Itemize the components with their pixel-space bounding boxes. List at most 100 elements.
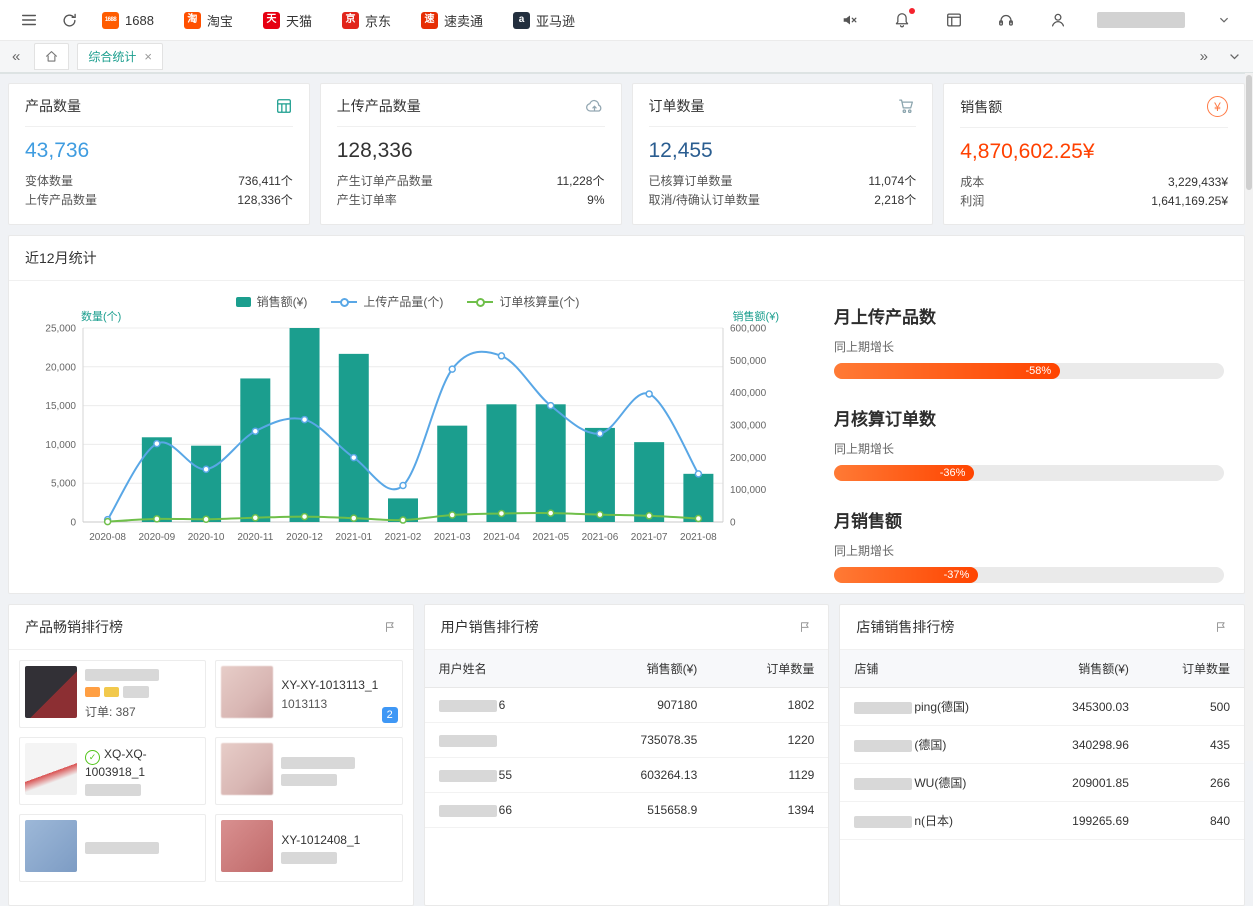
stat-value: 12,455: [649, 139, 917, 163]
amazon-favicon: a: [513, 12, 530, 29]
site-tab-1688[interactable]: 1688 1688: [102, 12, 154, 29]
product-image: [25, 666, 77, 718]
growth-upload: 月上传产品数 同上期增长 -58%: [834, 303, 1224, 379]
product-rank-panel: 产品畅销排行榜 订单: 387 XY-XY-1013113_1 1013113: [8, 604, 414, 906]
store-rank-table: 店铺销售额(¥)订单数量 ping(德国) 345300.03 500 (德国)…: [840, 650, 1244, 840]
table-row[interactable]: (德国) 340298.96 435: [840, 726, 1244, 764]
growth-label: 同上期增长: [834, 542, 1224, 559]
chevron-down-icon[interactable]: [1211, 7, 1237, 33]
combo-chart: 05,00010,00015,00020,00025,0000100,00020…: [25, 310, 785, 548]
orders-value: 1220: [711, 723, 828, 758]
user-rank-panel: 用户销售排行榜 用户姓名销售额(¥)订单数量 6 907180 1802 735…: [424, 604, 830, 906]
volume-mute-icon[interactable]: [837, 7, 863, 33]
column-header: 用户姓名: [425, 650, 581, 688]
growth-bar-fill: -36%: [834, 465, 974, 481]
site-tab-天猫[interactable]: 天 天猫: [263, 11, 312, 30]
table-row[interactable]: WU(德国) 209001.85 266: [840, 764, 1244, 802]
product-card[interactable]: [215, 737, 402, 805]
table-row[interactable]: 735078.35 1220: [425, 723, 829, 758]
scrollbar-thumb[interactable]: [1246, 75, 1252, 190]
column-header: 销售额(¥): [581, 650, 711, 688]
growth-title: 月上传产品数: [834, 303, 1224, 328]
svg-text:0: 0: [70, 518, 76, 529]
product-grid: 订单: 387 XY-XY-1013113_1 1013113 2 ✓XQ-XQ…: [9, 650, 413, 892]
svg-text:2020-10: 2020-10: [188, 532, 225, 543]
workbench-icon[interactable]: [941, 7, 967, 33]
gold-badge: [104, 687, 119, 697]
product-card[interactable]: XY-1012408_1: [215, 814, 402, 882]
tab-list-icon[interactable]: [1228, 50, 1241, 63]
refresh-icon[interactable]: [56, 7, 82, 33]
svg-text:2021-03: 2021-03: [434, 532, 471, 543]
svg-text:销售额(¥): 销售额(¥): [733, 310, 779, 323]
cart-icon: [897, 97, 916, 115]
site-tab-京东[interactable]: 京 京东: [342, 11, 391, 30]
vertical-scrollbar[interactable]: [1245, 73, 1253, 761]
scroll-tabs-left-icon[interactable]: «: [6, 48, 26, 65]
table-row[interactable]: ping(德国) 345300.03 500: [840, 688, 1244, 726]
legend-item[interactable]: 订单核算量(个): [467, 293, 579, 310]
user-name-redacted: [1097, 12, 1185, 28]
product-sku: ✓XQ-XQ-1003918_1: [85, 747, 200, 779]
table-row[interactable]: 66 515658.9 1394: [425, 793, 829, 828]
sales-value: 345300.03: [1030, 688, 1143, 726]
flag-icon[interactable]: [1214, 620, 1228, 634]
monthly-stats-panel: 近12月统计 销售额(¥) 上传产品量(个) 订单核算量(个) 05,00010…: [8, 235, 1245, 594]
table-row[interactable]: n(日本) 199265.69 840: [840, 802, 1244, 840]
svg-text:数量(个): 数量(个): [81, 310, 121, 323]
flag-icon[interactable]: [798, 620, 812, 634]
scroll-tabs-right-icon[interactable]: »: [1194, 48, 1214, 65]
stat-sub-row: 成本3,229,433¥: [960, 173, 1228, 192]
page-tabstrip: « 综合统计 × »: [0, 41, 1253, 74]
site-label: 亚马逊: [536, 11, 575, 30]
top-toolbar: 1688 1688 淘 淘宝 天 天猫 京 京东 速 速卖通 a 亚马逊: [0, 0, 1253, 41]
site-label: 1688: [125, 13, 154, 28]
site-tab-淘宝[interactable]: 淘 淘宝: [184, 11, 233, 30]
svg-text:2020-08: 2020-08: [89, 532, 126, 543]
name-visible-part: WU(德国): [914, 776, 966, 790]
product-orders: 订单: 387: [85, 703, 200, 720]
menu-icon[interactable]: [16, 7, 42, 33]
product-card[interactable]: [19, 814, 206, 882]
column-header: 订单数量: [1143, 650, 1244, 688]
bell-icon[interactable]: [889, 7, 915, 33]
yen-circle-icon: ¥: [1207, 96, 1228, 117]
site-tab-亚马逊[interactable]: a 亚马逊: [513, 11, 575, 30]
stat-cards-row: 产品数量 43,736 变体数量736,411个上传产品数量128,336个 上…: [8, 83, 1245, 225]
legend-item[interactable]: 销售额(¥): [236, 293, 308, 310]
growth-label: 同上期增长: [834, 338, 1224, 355]
site-tab-速卖通[interactable]: 速 速卖通: [421, 11, 483, 30]
svg-text:15,000: 15,000: [45, 401, 76, 412]
stat-value: 43,736: [25, 139, 293, 163]
name-visible-part: (德国): [914, 738, 946, 752]
close-tab-icon[interactable]: ×: [144, 49, 152, 64]
site-shortcuts: 1688 1688 淘 淘宝 天 天猫 京 京东 速 速卖通 a 亚马逊: [102, 11, 605, 30]
growth-orders: 月核算订单数 同上期增长 -36%: [834, 405, 1224, 481]
stat-card-uploads: 上传产品数量 128,336 产生订单产品数量11,228个产生订单率9%: [320, 83, 622, 225]
service-icon[interactable]: [993, 7, 1019, 33]
product-image: [221, 743, 273, 795]
flag-icon[interactable]: [383, 620, 397, 634]
name-visible-part: n(日本): [914, 814, 953, 828]
table-row[interactable]: 55 603264.13 1129: [425, 758, 829, 793]
legend-item[interactable]: 上传产品量(个): [331, 293, 443, 310]
tab-summary[interactable]: 综合统计 ×: [77, 43, 163, 70]
svg-text:2021-01: 2021-01: [335, 532, 372, 543]
product-image: [25, 820, 77, 872]
growth-bar-track: -37%: [834, 567, 1224, 583]
svg-text:2021-02: 2021-02: [385, 532, 422, 543]
column-header: 订单数量: [711, 650, 828, 688]
growth-bar-track: -58%: [834, 363, 1224, 379]
product-card[interactable]: 订单: 387: [19, 660, 206, 728]
product-card[interactable]: ✓XQ-XQ-1003918_1: [19, 737, 206, 805]
stat-card-orders: 订单数量 12,455 已核算订单数量11,074个取消/待确认订单数量2,21…: [632, 83, 934, 225]
home-icon: [44, 49, 59, 64]
monthly-chart: 销售额(¥) 上传产品量(个) 订单核算量(个) 05,00010,00015,…: [25, 285, 790, 583]
growth-bar-fill: -37%: [834, 567, 978, 583]
product-card[interactable]: XY-XY-1013113_1 1013113 2: [215, 660, 402, 728]
svg-text:25,000: 25,000: [45, 324, 76, 335]
table-row[interactable]: 6 907180 1802: [425, 688, 829, 723]
product-image: [221, 820, 273, 872]
home-tab[interactable]: [34, 43, 69, 70]
user-icon[interactable]: [1045, 7, 1071, 33]
